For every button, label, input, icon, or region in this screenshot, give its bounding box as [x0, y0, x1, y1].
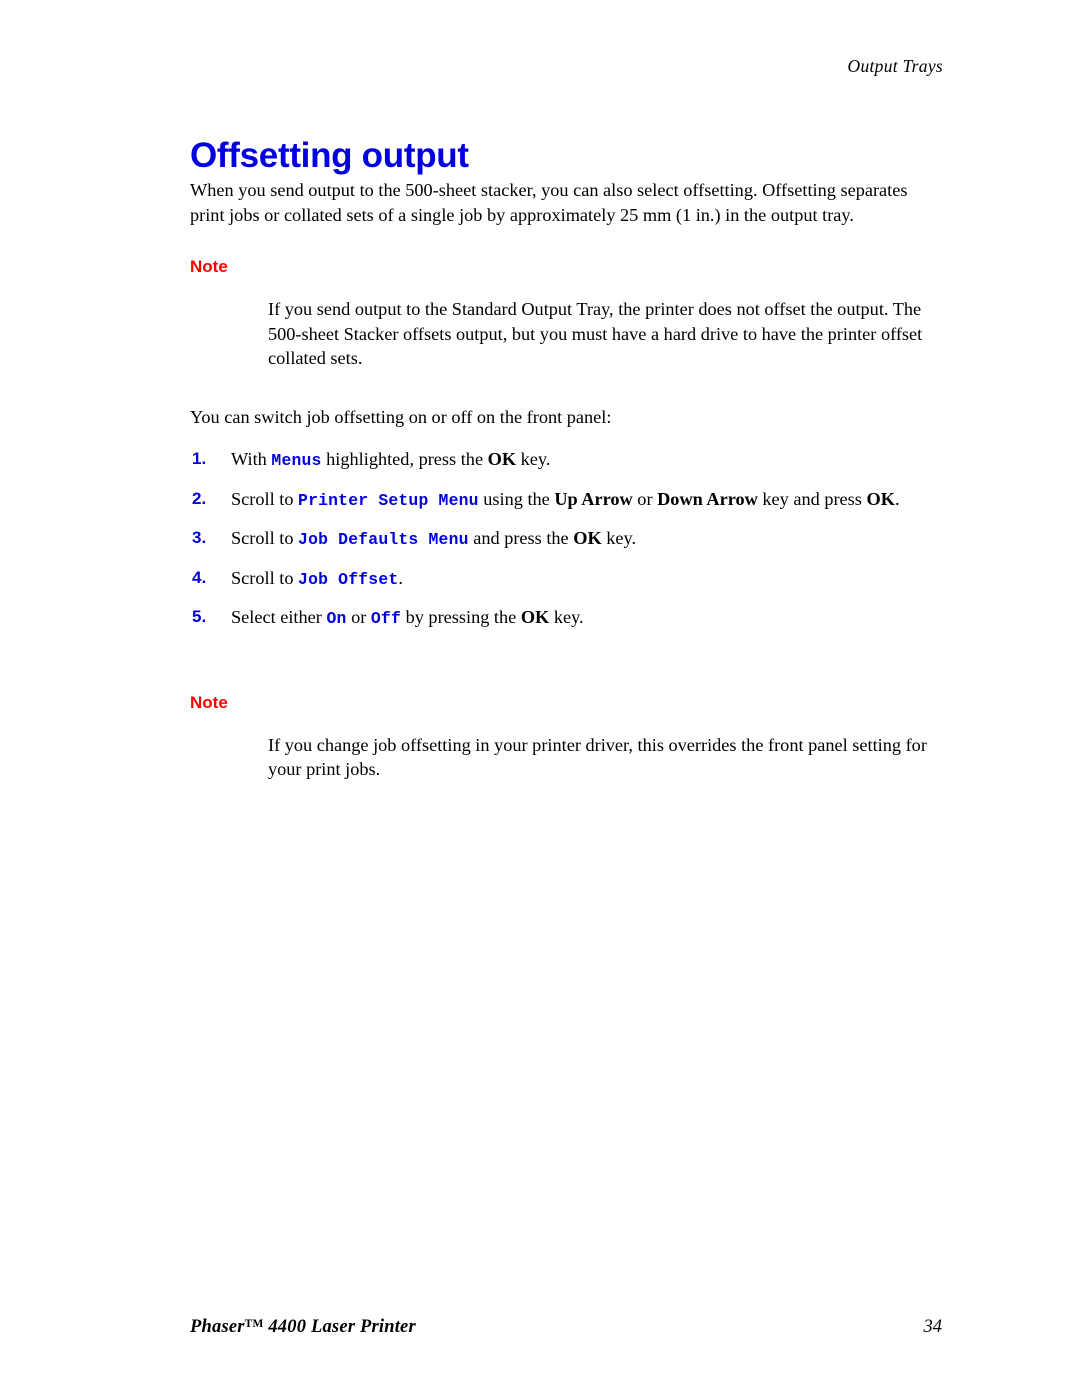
running-header-text: Output Trays — [847, 56, 943, 76]
front-panel-code: Printer Setup Menu — [298, 490, 479, 510]
note-block-2: Note If you change job offsetting in you… — [190, 693, 932, 782]
page-number: 34 — [923, 1317, 943, 1337]
footer-product-text: Phaser — [190, 1317, 245, 1337]
lead-in-paragraph: You can switch job offsetting on or off … — [190, 406, 612, 427]
page-content: When you send output to the 500-sheet st… — [190, 178, 932, 782]
note-label: Note — [190, 257, 228, 276]
step-text-part: key. — [601, 528, 637, 548]
trademark-symbol: TM — [244, 1318, 264, 1331]
key-label: OK — [573, 528, 602, 548]
step-text-part: . — [398, 567, 403, 588]
step-text-part: by pressing the — [401, 607, 521, 627]
step-number: 3. — [192, 528, 207, 547]
step-text-part: Scroll to — [231, 528, 299, 548]
front-panel-code: Menus — [271, 451, 322, 470]
step-text-part: Scroll to — [231, 488, 299, 509]
running-header: Output Trays — [0, 56, 943, 77]
step-text-part: With — [231, 449, 272, 469]
step-text-part: key. — [549, 607, 584, 627]
step-text-part: or — [632, 488, 658, 509]
front-panel-code: On — [326, 609, 347, 628]
note-body: If you send output to the Standard Outpu… — [268, 299, 923, 368]
step-text-part: highlighted, press the — [321, 449, 488, 469]
document-page: Output Trays Offsetting output When you … — [0, 0, 1080, 1397]
key-label: OK — [520, 607, 550, 627]
step-text-part: . — [894, 488, 900, 509]
note-block-1: Note If you send output to the Standard … — [190, 257, 932, 371]
step-text-part: using the — [478, 488, 555, 509]
step-number: 1. — [192, 449, 207, 468]
step-number: 5. — [192, 607, 207, 626]
procedure-step-list: 1. With Menus highlighted, press the OK k… — [190, 447, 932, 631]
key-label: OK — [487, 449, 517, 469]
page-footer: PhaserTM 4400 Laser Printer 34 — [190, 1317, 942, 1338]
intro-paragraph: When you send output to the 500-sheet st… — [190, 180, 908, 225]
note-body: If you change job offsetting in your pri… — [268, 734, 927, 780]
step-text-part: Scroll to — [231, 567, 299, 588]
footer-product-name: PhaserTM 4400 Laser Printer — [190, 1317, 416, 1338]
list-item: 5. Select either On or Off by pressing th… — [190, 605, 932, 631]
front-panel-code: Off — [370, 609, 401, 628]
step-text-part: key and press — [757, 488, 867, 509]
step-text-part: or — [346, 607, 371, 627]
step-text-part: and press the — [468, 528, 574, 548]
note-label: Note — [190, 692, 228, 712]
key-label: Up Arrow — [554, 488, 633, 509]
front-panel-code: Job Defaults Menu — [298, 530, 469, 549]
key-label: Down Arrow — [657, 488, 758, 509]
front-panel-code: Job Offset — [298, 569, 399, 589]
step-text-part: Select either — [231, 607, 327, 627]
footer-model-text: 4400 Laser Printer — [263, 1317, 416, 1337]
key-label: OK — [866, 488, 895, 509]
step-text-part: key. — [516, 449, 551, 469]
step-number: 2. — [192, 488, 207, 508]
list-item: 2. Scroll to Printer Setup Menu using the… — [190, 487, 932, 513]
page-title: Offsetting output — [190, 136, 469, 176]
list-item: 3. Scroll to Job Defaults Menu and press … — [190, 526, 932, 552]
list-item: 1. With Menus highlighted, press the OK k… — [190, 447, 932, 473]
list-item: 4. Scroll to Job Offset. — [190, 566, 932, 592]
step-number: 4. — [192, 567, 207, 587]
